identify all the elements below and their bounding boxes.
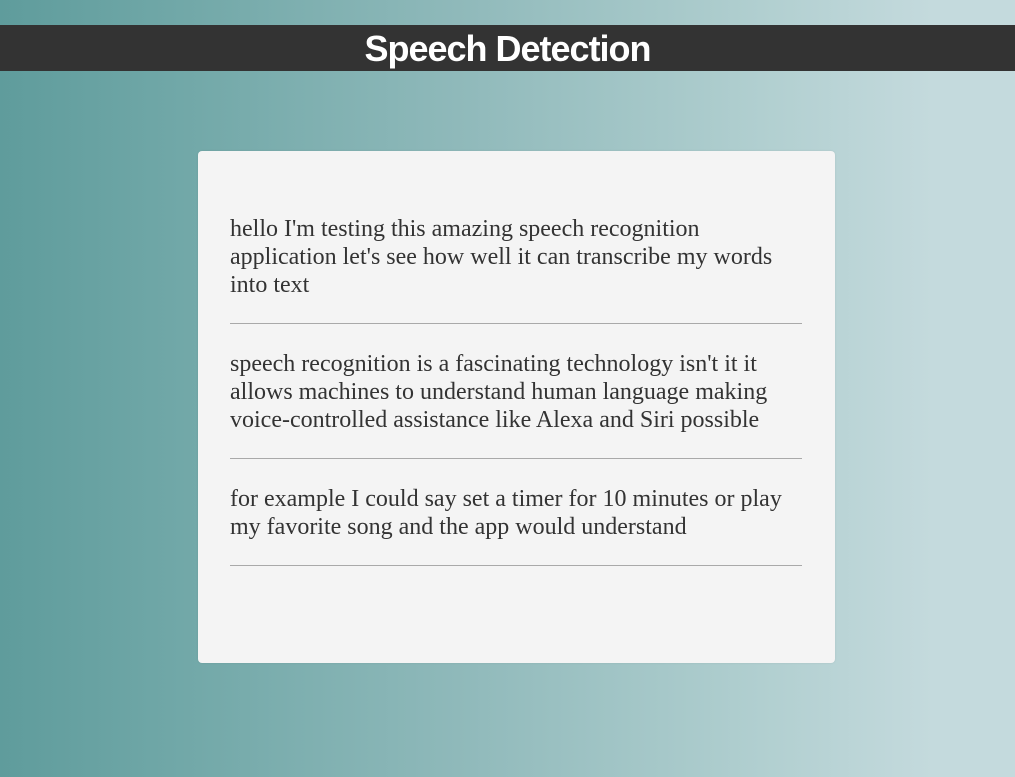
transcript-panel: hello I'm testing this amazing speech re… bbox=[198, 151, 835, 663]
transcript-list: hello I'm testing this amazing speech re… bbox=[230, 191, 802, 592]
title-bar: Speech Detection bbox=[0, 25, 1015, 71]
transcript-entry: speech recognition is a fascinating tech… bbox=[230, 350, 802, 459]
transcript-entry: hello I'm testing this amazing speech re… bbox=[230, 215, 802, 324]
transcript-entry: for example I could say set a timer for … bbox=[230, 485, 802, 566]
page-title: Speech Detection bbox=[364, 28, 651, 69]
